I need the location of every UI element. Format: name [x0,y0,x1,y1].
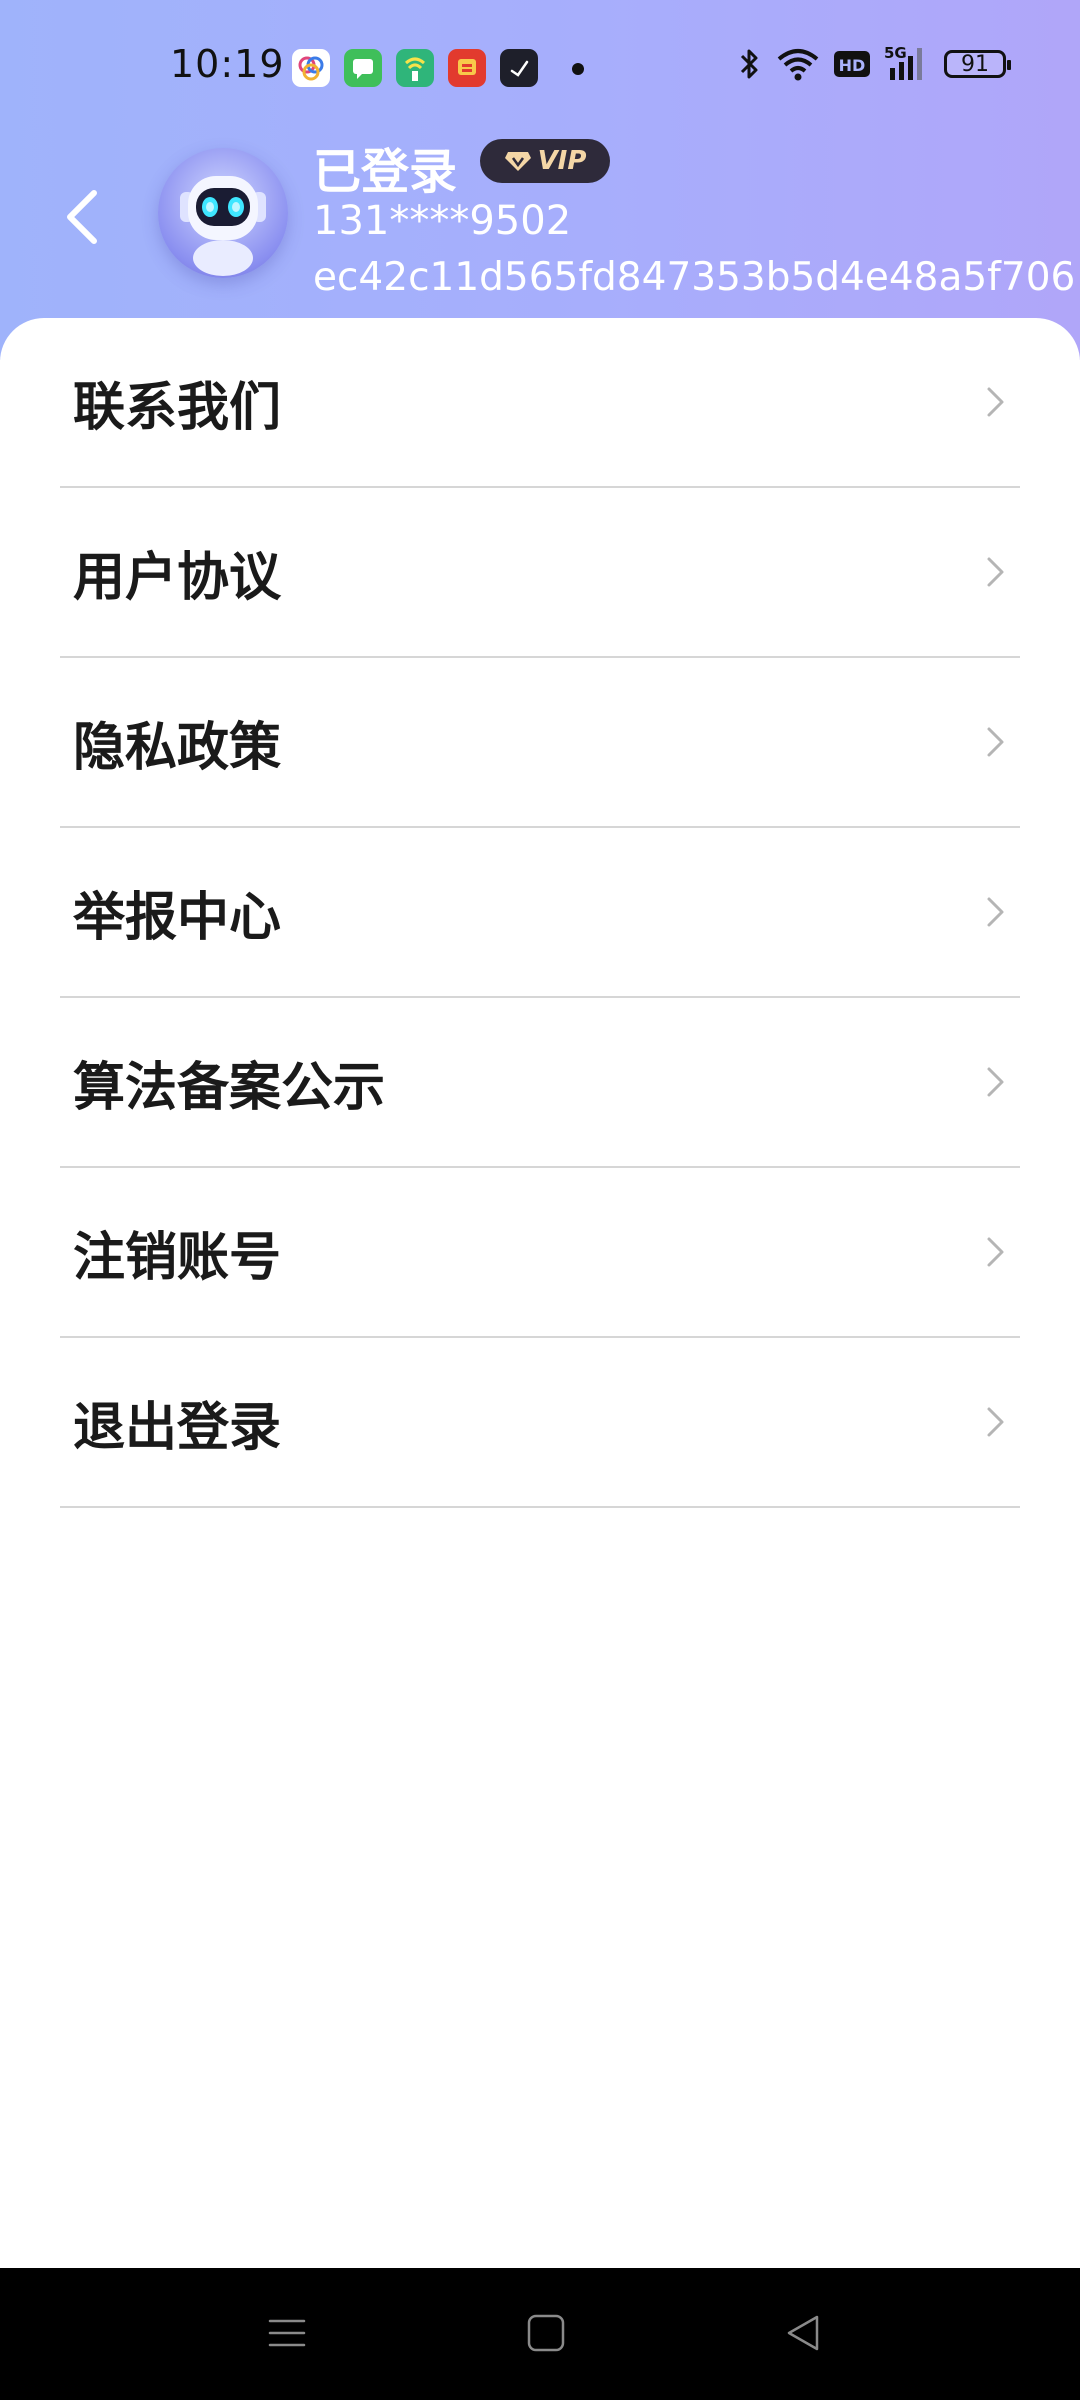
status-bar: 10:19 HD 5G 91 [0,0,1080,140]
system-status-icons: HD 5G 91 [738,44,1011,84]
vip-label: VIP [537,146,587,176]
messages-icon [344,49,382,87]
chevron-right-icon [987,897,1004,927]
hd-label: HD [839,56,866,75]
menu-item-report-center[interactable]: 举报中心 [60,828,1020,998]
notification-app-icons [292,49,538,87]
user-name: 已登录 [313,144,458,200]
user-id: ec42c11d565fd847353b5d4e48a5f706 [313,255,1076,300]
chevron-right-icon [987,557,1004,587]
settings-card: 联系我们 用户协议 隐私政策 举报中心 算法备案公示 注销账号 退出登录 [0,318,1080,2268]
menu-item-delete-account[interactable]: 注销账号 [60,1168,1020,1338]
nav-back-button[interactable] [778,2308,828,2358]
red-app-icon [448,49,486,87]
network-label: 5G [884,44,907,62]
back-button[interactable] [52,182,112,252]
chevron-right-icon [987,727,1004,757]
albums-icon [292,49,330,87]
battery-icon: 91 [944,44,1011,84]
robot-avatar-icon [180,176,266,276]
wifi-icon [776,44,820,84]
bluetooth-icon [738,44,762,84]
menu-item-logout[interactable]: 退出登录 [60,1338,1020,1508]
chevron-right-icon [987,387,1004,417]
navigation-bar [0,2268,1080,2400]
nav-home-button[interactable] [521,2308,571,2358]
chevron-right-icon [987,1237,1004,1267]
vip-badge: VIP [480,139,610,183]
menu-item-label: 隐私政策 [73,717,282,778]
avatar[interactable] [158,148,288,278]
menu-item-label: 注销账号 [73,1227,282,1288]
menu-item-privacy-policy[interactable]: 隐私政策 [60,658,1020,828]
menu-item-user-agreement[interactable]: 用户协议 [60,488,1020,658]
signal-5g-icon: 5G [884,44,930,84]
settings-menu: 联系我们 用户协议 隐私政策 举报中心 算法备案公示 注销账号 退出登录 [60,318,1020,1508]
clock-app-icon [500,49,538,87]
hd-icon: HD [834,44,870,84]
green-app-icon [396,49,434,87]
chevron-right-icon [987,1407,1004,1437]
menu-item-label: 算法备案公示 [73,1057,386,1118]
chevron-left-icon [67,190,97,244]
menu-item-contact-us[interactable]: 联系我们 [60,318,1020,488]
nav-menu-button[interactable] [262,2308,312,2358]
menu-icon [268,2319,306,2347]
chevron-right-icon [987,1067,1004,1097]
home-icon [527,2314,565,2352]
menu-item-label: 联系我们 [73,377,282,438]
menu-item-label: 举报中心 [73,887,282,948]
menu-item-algorithm-filing[interactable]: 算法备案公示 [60,998,1020,1168]
diamond-icon [504,152,531,171]
menu-item-label: 退出登录 [73,1397,282,1458]
back-triangle-icon [787,2315,819,2351]
battery-level: 91 [944,50,1011,78]
status-time: 10:19 [170,42,285,86]
notification-dot [572,63,584,75]
phone-number: 131****9502 [313,198,572,244]
menu-item-label: 用户协议 [73,547,282,608]
